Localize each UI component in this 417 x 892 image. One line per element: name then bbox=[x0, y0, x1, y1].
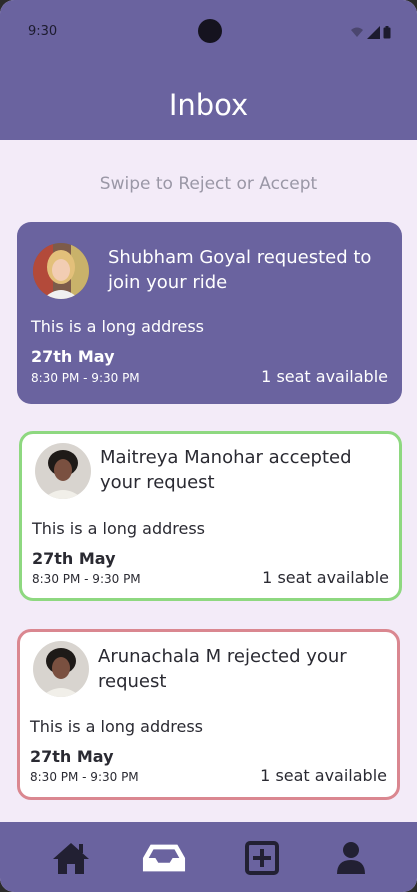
wifi-icon bbox=[351, 27, 363, 37]
seats-available: 1 seat available bbox=[261, 367, 388, 386]
address: This is a long address bbox=[32, 519, 206, 538]
ride-date: 27th May bbox=[30, 747, 114, 766]
request-message: Shubham Goyal requested to join your rid… bbox=[108, 247, 372, 293]
ride-date: 27th May bbox=[32, 549, 116, 568]
avatar bbox=[35, 443, 91, 499]
bottom-nav bbox=[0, 822, 417, 892]
ride-time: 8:30 PM - 9:30 PM bbox=[32, 572, 141, 586]
camera-cutout bbox=[198, 19, 222, 43]
ride-time: 8:30 PM - 9:30 PM bbox=[31, 371, 140, 385]
nav-profile[interactable] bbox=[329, 840, 373, 876]
profile-icon bbox=[337, 842, 365, 874]
avatar bbox=[33, 243, 89, 299]
nav-inbox[interactable] bbox=[142, 840, 186, 876]
ride-date: 27th May bbox=[31, 347, 115, 366]
nav-home[interactable] bbox=[49, 840, 93, 876]
address: This is a long address bbox=[30, 717, 204, 736]
address: This is a long address bbox=[31, 317, 205, 336]
avatar bbox=[33, 641, 89, 697]
inbox-icon bbox=[142, 844, 186, 872]
request-card-accepted[interactable]: Maitreya Manohar accepted your request T… bbox=[19, 431, 402, 601]
request-card-rejected[interactable]: Arunachala M rejected your request This … bbox=[17, 629, 400, 800]
nav-add[interactable] bbox=[240, 840, 284, 876]
status-time: 9:30 bbox=[28, 24, 58, 39]
ride-time: 8:30 PM - 9:30 PM bbox=[30, 770, 139, 784]
phone-screen: 9:30 Inbox Swipe to Reject or Accept Shu… bbox=[0, 0, 417, 892]
request-card-pending[interactable]: Shubham Goyal requested to join your rid… bbox=[17, 222, 402, 404]
signal-icon bbox=[367, 25, 380, 39]
home-icon bbox=[53, 843, 89, 874]
request-message: Maitreya Manohar accepted your request bbox=[100, 447, 352, 493]
battery-icon bbox=[383, 25, 391, 38]
header: 9:30 Inbox bbox=[0, 0, 417, 140]
request-message: Arunachala M rejected your request bbox=[98, 646, 347, 692]
swipe-hint: Swipe to Reject or Accept bbox=[99, 174, 318, 194]
avatar-man-icon bbox=[35, 443, 91, 499]
avatar-man-icon bbox=[33, 641, 89, 697]
avatar-woman-icon bbox=[33, 243, 89, 299]
page-title: Inbox bbox=[168, 88, 249, 122]
add-icon bbox=[245, 841, 279, 875]
status-icons bbox=[350, 25, 391, 39]
seats-available: 1 seat available bbox=[260, 766, 387, 785]
seats-available: 1 seat available bbox=[262, 568, 389, 587]
